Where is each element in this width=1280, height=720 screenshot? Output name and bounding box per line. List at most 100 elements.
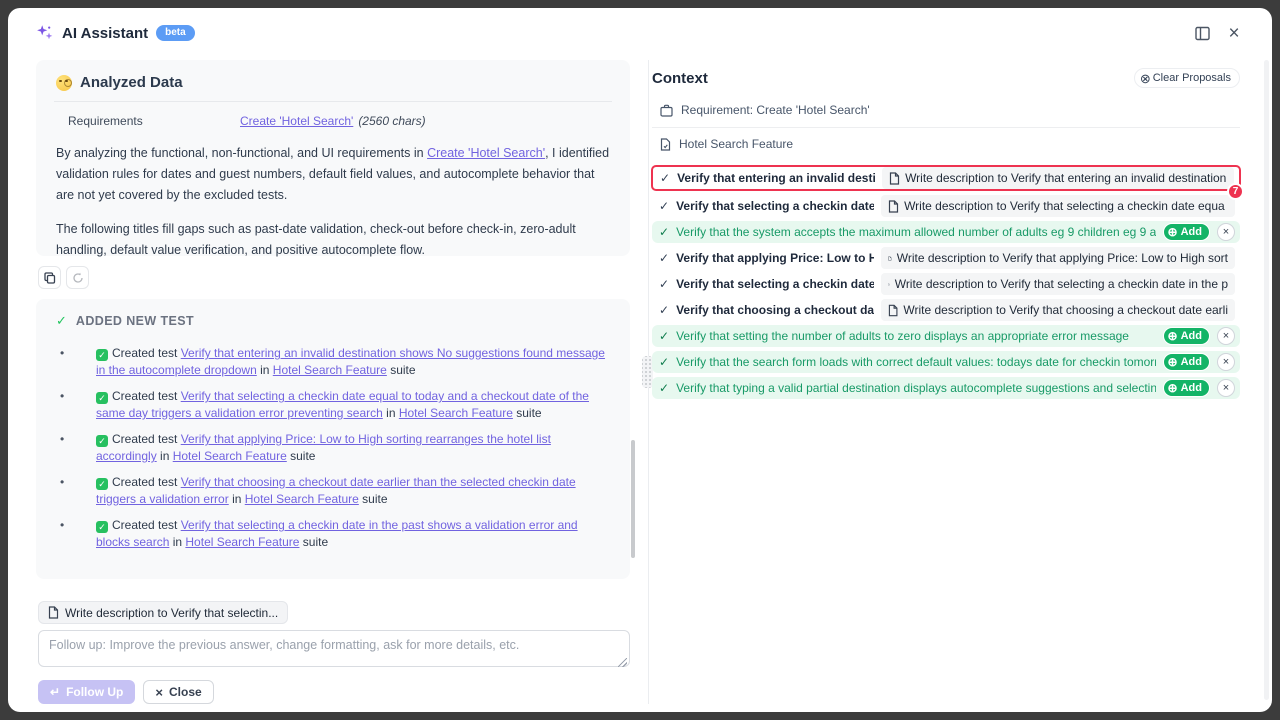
copy-icon [44, 272, 56, 284]
add-button-label: Add [1181, 382, 1202, 394]
circle-plus-icon: ⊕ [1168, 226, 1178, 238]
close-icon: × [1228, 24, 1239, 43]
follow-up-button[interactable]: ↵Follow Up [38, 680, 135, 704]
circle-plus-icon: ⊕ [1168, 356, 1178, 368]
created-test-item: ✓Created test Verify that entering an in… [56, 345, 610, 379]
copy-button[interactable] [38, 266, 61, 289]
created-test-prefix: Created test [112, 475, 181, 489]
created-test-suffix: suite [299, 535, 328, 549]
created-test-item: ✓Created test Verify that applying Price… [56, 431, 610, 465]
write-description-chip[interactable]: Write description to Verify that selecti… [881, 195, 1235, 217]
context-feature-label: Hotel Search Feature [679, 137, 793, 151]
check-mark-emoji-icon: ✓ [96, 521, 108, 533]
dismiss-proposal-button[interactable]: × [1217, 353, 1235, 371]
check-mark-emoji-icon: ✓ [96, 435, 108, 447]
followup-actions: ↵Follow Up ×Close [38, 680, 630, 704]
suite-link[interactable]: Hotel Search Feature [273, 363, 387, 377]
check-mark-emoji-icon: ✓ [96, 478, 108, 490]
regenerate-button[interactable] [66, 266, 89, 289]
refresh-icon [72, 272, 84, 284]
check-icon: ✓ [659, 199, 669, 213]
context-feature-row[interactable]: Hotel Search Feature [652, 132, 1240, 156]
proposal-title: Verify that the search form loads with c… [676, 355, 1155, 369]
dismiss-proposal-button[interactable]: × [1217, 379, 1235, 397]
requirement-inline-link[interactable]: Create 'Hotel Search' [427, 146, 545, 160]
context-requirement-row[interactable]: Requirement: Create 'Hotel Search' [652, 98, 1240, 122]
dismiss-proposal-button[interactable]: × [1217, 223, 1235, 241]
check-icon: ✓ [659, 277, 669, 291]
proposal-title: Verify that the system accepts the maxim… [676, 225, 1155, 239]
suite-link[interactable]: Hotel Search Feature [399, 406, 513, 420]
panel-layout-toggle-button[interactable] [1190, 21, 1214, 45]
right-pane-scrollbar[interactable] [1264, 60, 1269, 700]
add-proposal-button[interactable]: ⊕Add [1163, 223, 1210, 241]
suite-link[interactable]: Hotel Search Feature [245, 492, 359, 506]
dismiss-proposal-button[interactable]: × [1217, 327, 1235, 345]
created-test-prefix: Created test [112, 346, 181, 360]
created-test-suffix: suite [359, 492, 388, 506]
requirements-char-count: (2560 chars) [358, 114, 425, 128]
context-pane: Context ⊗Clear Proposals Requirement: Cr… [652, 60, 1240, 708]
proposal-row: ✓Verify that setting the number of adult… [652, 325, 1240, 347]
write-description-chip[interactable]: Write description to Verify that enterin… [882, 167, 1234, 189]
created-test-prefix: Created test [112, 432, 181, 446]
analyzed-data-card: Analyzed Data Requirements Create 'Hotel… [36, 60, 630, 256]
write-description-chip-label: Write description to Verify that selecti… [904, 199, 1225, 213]
created-test-mid: in [229, 492, 245, 506]
context-title: Context [652, 70, 708, 87]
requirement-link[interactable]: Create 'Hotel Search' [240, 114, 353, 128]
created-test-prefix: Created test [112, 389, 181, 403]
analysis-paragraph-1: By analyzing the functional, non-functio… [56, 143, 610, 206]
enter-icon: ↵ [50, 685, 60, 699]
proposal-row: ✓Verify that entering an invalid destina… [653, 167, 1239, 189]
followup-input[interactable] [38, 630, 630, 667]
thinking-face-emoji-icon [56, 75, 72, 91]
proposal-row: ✓ Verify that choosing a checkout date ea… [652, 299, 1240, 321]
suite-link[interactable]: Hotel Search Feature [185, 535, 299, 549]
highlighted-proposal: ✓Verify that entering an invalid destina… [651, 165, 1241, 191]
assistant-response-pane: Analyzed Data Requirements Create 'Hotel… [36, 60, 630, 708]
add-proposal-button[interactable]: ⊕Add [1163, 327, 1210, 345]
check-mark-emoji-icon: ✓ [96, 349, 108, 361]
proposal-row: ✓ Verify that selecting a checkin date eq… [652, 195, 1240, 217]
suite-link[interactable]: Hotel Search Feature [173, 449, 287, 463]
pending-task-chip-label: Write description to Verify that selecti… [65, 606, 278, 620]
divider [652, 127, 1240, 128]
write-description-chip[interactable]: Write description to Verify that selecti… [881, 273, 1235, 295]
proposal-row: ✓Verify that typing a valid partial dest… [652, 377, 1240, 399]
context-requirement-label: Requirement: Create 'Hotel Search' [681, 103, 870, 117]
write-description-chip[interactable]: Write description to Verify that applyin… [881, 247, 1235, 269]
check-icon: ✓ [659, 251, 669, 265]
created-test-mid: in [157, 449, 173, 463]
circle-plus-icon: ⊕ [1168, 382, 1178, 394]
beta-badge: beta [156, 25, 195, 41]
left-pane-scrollbar[interactable] [631, 440, 635, 558]
write-description-chip-label: Write description to Verify that applyin… [897, 251, 1228, 265]
created-test-suffix: suite [513, 406, 542, 420]
created-test-item: ✓Created test Verify that choosing a che… [56, 474, 610, 508]
document-icon [888, 252, 892, 265]
pending-task-chip[interactable]: Write description to Verify that selecti… [38, 601, 288, 624]
check-icon: ✓ [659, 303, 669, 317]
created-test-mid: in [169, 535, 185, 549]
write-description-chip[interactable]: Write description to Verify that choosin… [881, 299, 1235, 321]
close-panel-button[interactable]: × [1222, 21, 1246, 45]
highlight-count-badge: 7 [1227, 183, 1244, 200]
document-icon [888, 200, 899, 213]
add-proposal-button[interactable]: ⊕Add [1163, 379, 1210, 397]
clear-proposals-button[interactable]: ⊗Clear Proposals [1134, 68, 1240, 88]
split-panel-icon [1195, 26, 1210, 41]
proposal-title: Verify that entering an invalid destinat… [677, 171, 875, 185]
created-test-item: ✓Created test Verify that selecting a ch… [56, 517, 610, 551]
write-description-chip-label: Write description to Verify that choosin… [903, 303, 1228, 317]
proposal-title: Verify that choosing a checkout date ear… [676, 303, 874, 317]
added-new-test-title: ADDED NEW TEST [76, 314, 194, 328]
proposal-title: Verify that selecting a checkin date equ… [676, 199, 874, 213]
add-proposal-button[interactable]: ⊕Add [1163, 353, 1210, 371]
message-actions [38, 266, 630, 289]
proposal-row: ✓Verify that the system accepts the maxi… [652, 221, 1240, 243]
close-button[interactable]: ×Close [143, 680, 213, 704]
proposal-row: ✓Verify that applying Price: Low to High… [652, 247, 1240, 269]
write-description-chip-label: Write description to Verify that enterin… [905, 171, 1226, 185]
proposal-title: Verify that setting the number of adults… [676, 329, 1155, 343]
